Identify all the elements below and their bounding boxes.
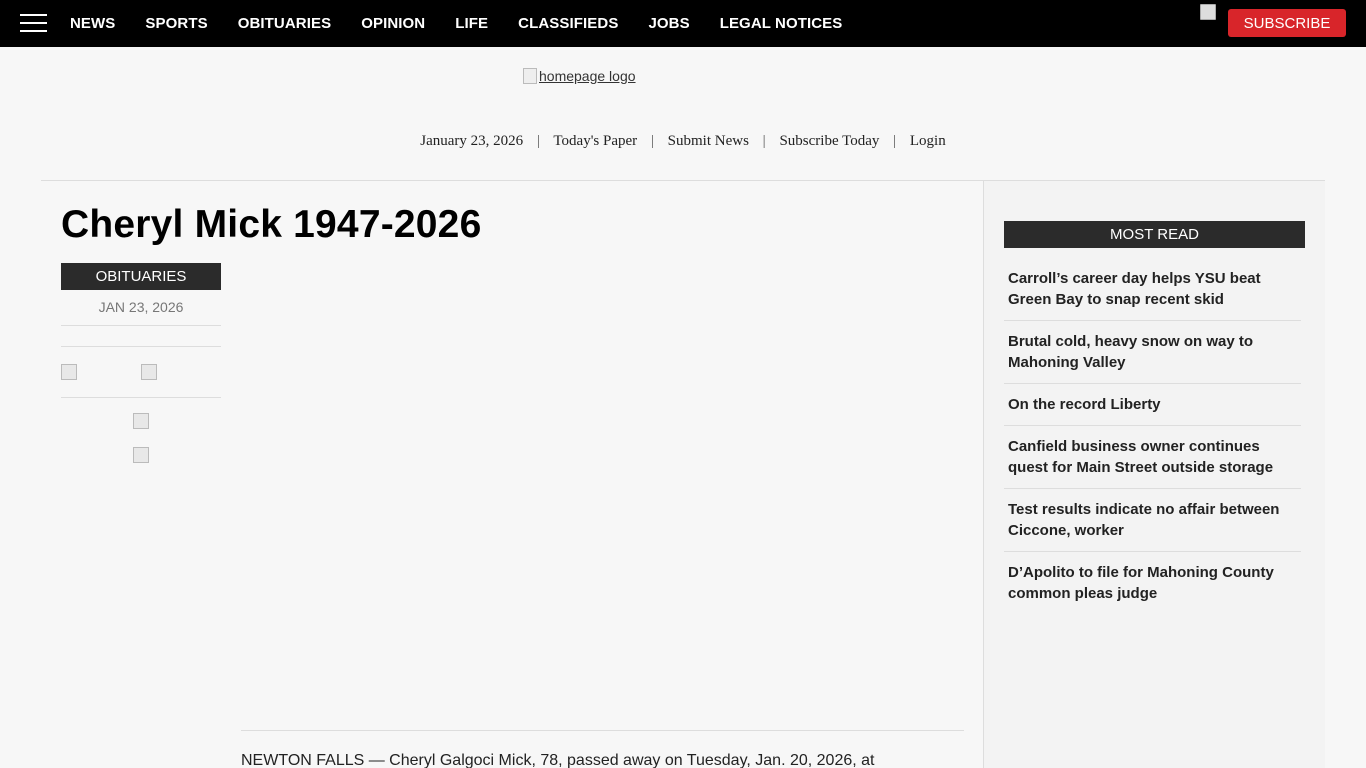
print-icon[interactable] bbox=[133, 447, 149, 463]
article-date: JAN 23, 2026 bbox=[98, 299, 184, 315]
nav-item-classifieds[interactable]: CLASSIFIEDS bbox=[503, 15, 633, 32]
nav-item-obituaries[interactable]: OBITUARIES bbox=[223, 15, 347, 32]
submit-news-link[interactable]: Submit News bbox=[668, 133, 749, 149]
share-twitter-icon[interactable] bbox=[141, 364, 157, 380]
nav-item-news[interactable]: NEWS bbox=[55, 15, 130, 32]
most-read-link[interactable]: D’Apolito to file for Mahoning County co… bbox=[1008, 562, 1297, 604]
hamburger-menu-icon[interactable] bbox=[20, 14, 47, 32]
header-subnav: January 23, 2026 | Today's Paper | Submi… bbox=[420, 133, 946, 149]
nav-item-life[interactable]: LIFE bbox=[440, 15, 503, 32]
header-date: January 23, 2026 bbox=[420, 133, 524, 149]
article-body: NEWTON FALLS — Cheryl Galgoci Mick, 78, … bbox=[241, 752, 875, 768]
meta-divider bbox=[61, 325, 221, 326]
most-read-link[interactable]: Brutal cold, heavy snow on way to Mahoni… bbox=[1008, 331, 1297, 373]
most-read-link[interactable]: Carroll’s career day helps YSU beat Gree… bbox=[1008, 268, 1297, 310]
list-item: On the record Liberty bbox=[1004, 384, 1301, 426]
category-badge[interactable]: OBITUARIES bbox=[61, 263, 221, 290]
most-read-link[interactable]: Canfield business owner continues quest … bbox=[1008, 436, 1297, 478]
meta-divider bbox=[61, 397, 221, 398]
login-link[interactable]: Login bbox=[910, 133, 946, 149]
meta-divider bbox=[61, 346, 221, 347]
subscribe-button[interactable]: SUBSCRIBE bbox=[1228, 9, 1346, 37]
broken-image-icon[interactable] bbox=[1200, 4, 1216, 20]
top-navigation-bar: NEWS SPORTS OBITUARIES OPINION LIFE CLAS… bbox=[0, 0, 1366, 47]
homepage-logo[interactable]: homepage logo bbox=[523, 68, 636, 84]
nav-item-jobs[interactable]: JOBS bbox=[633, 15, 704, 32]
list-item: D’Apolito to file for Mahoning County co… bbox=[1004, 552, 1301, 614]
most-read-link[interactable]: On the record Liberty bbox=[1008, 394, 1297, 415]
list-item: Brutal cold, heavy snow on way to Mahoni… bbox=[1004, 321, 1301, 384]
list-item: Carroll’s career day helps YSU beat Gree… bbox=[1004, 258, 1301, 321]
share-facebook-icon[interactable] bbox=[61, 364, 77, 380]
subscribe-today-link[interactable]: Subscribe Today bbox=[779, 133, 879, 149]
todays-paper-link[interactable]: Today's Paper bbox=[553, 133, 637, 149]
content-divider bbox=[241, 730, 964, 731]
most-read-link[interactable]: Test results indicate no affair between … bbox=[1008, 499, 1297, 541]
main-nav: NEWS SPORTS OBITUARIES OPINION LIFE CLAS… bbox=[55, 0, 857, 47]
share-email-icon[interactable] bbox=[133, 413, 149, 429]
broken-image-icon bbox=[523, 68, 537, 84]
nav-item-legal-notices[interactable]: LEGAL NOTICES bbox=[705, 15, 858, 32]
nav-item-sports[interactable]: SPORTS bbox=[130, 15, 222, 32]
most-read-list: Carroll’s career day helps YSU beat Gree… bbox=[1004, 258, 1301, 614]
article-title: Cheryl Mick 1947-2026 bbox=[61, 203, 482, 246]
most-read-heading: MOST READ bbox=[1004, 221, 1305, 248]
nav-item-opinion[interactable]: OPINION bbox=[346, 15, 440, 32]
list-item: Canfield business owner continues quest … bbox=[1004, 426, 1301, 489]
list-item: Test results indicate no affair between … bbox=[1004, 489, 1301, 552]
logo-alt-text: homepage logo bbox=[539, 68, 636, 84]
